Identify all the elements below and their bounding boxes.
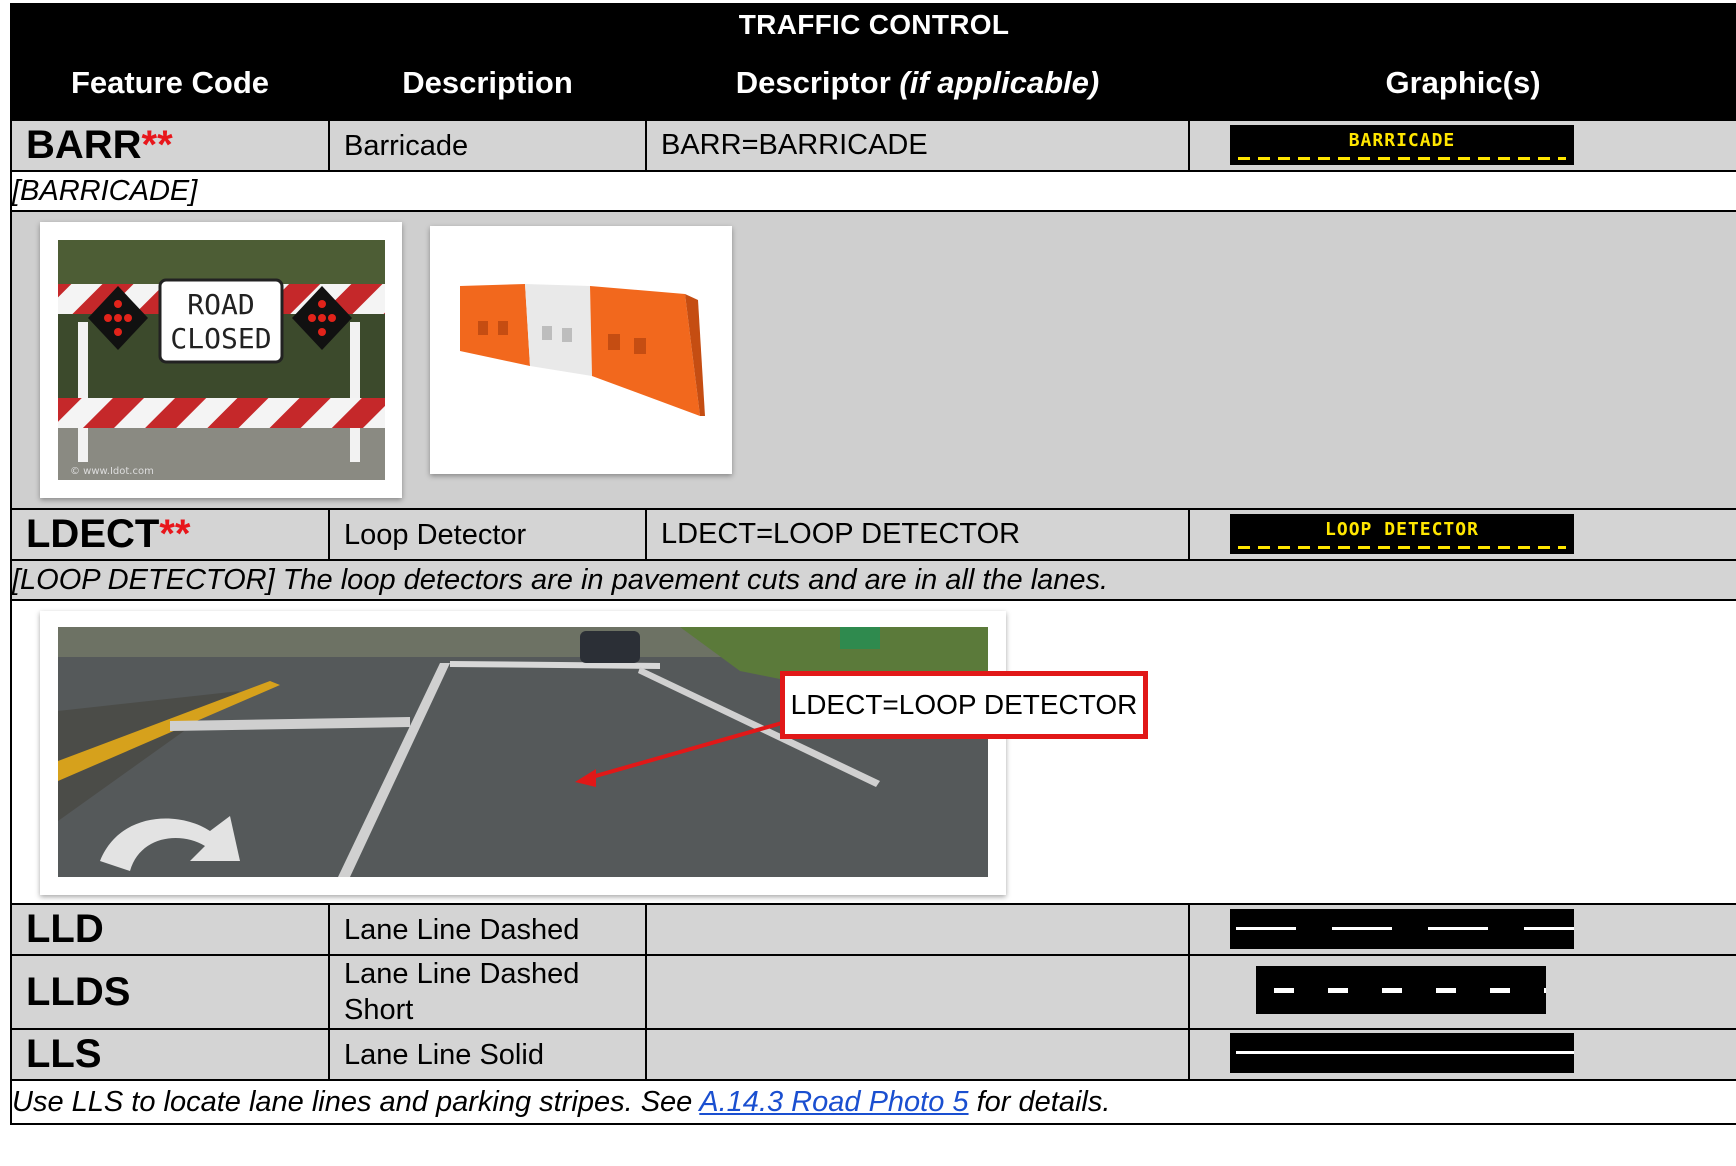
required-marker: ** — [159, 512, 191, 556]
descriptor-llds — [645, 954, 1190, 1030]
callout-arrow — [575, 713, 811, 787]
lane-line-solid-symbol — [1230, 1033, 1574, 1073]
feature-code-llds: LLDS — [10, 954, 330, 1030]
intersection-photo: LDECT=LOOP DETECTOR — [40, 611, 1148, 895]
note-barr: [BARRICADE] — [9, 170, 1736, 212]
road-photo-link[interactable]: A.14.3 Road Photo 5 — [699, 1086, 968, 1118]
loop-detector-symbol-label: LOOP DETECTOR — [1325, 519, 1479, 540]
descriptor-lld — [645, 903, 1190, 956]
loop-detector-symbol: LOOP DETECTOR — [1230, 514, 1574, 554]
graphic-llds — [1187, 954, 1736, 1030]
note-lls-suffix: for details. — [968, 1085, 1111, 1118]
barricade-symbol: BARRICADE — [1230, 125, 1574, 165]
road-closed-image: ROAD CLOSED © www.Idot.com — [58, 240, 385, 480]
table-row-llds: LLDS Lane Line Dashed Short — [10, 954, 1736, 1030]
header-descriptor-label: Descriptor — [735, 65, 891, 100]
header-graphics: Graphic(s) — [1187, 45, 1736, 121]
code-text: BARR — [26, 123, 142, 167]
loop-detector-callout: LDECT=LOOP DETECTOR — [780, 671, 1148, 739]
road-closed-photo: ROAD CLOSED © www.Idot.com — [40, 222, 402, 498]
feature-code-barr: BARR** — [10, 119, 330, 172]
sign-line-1: ROAD — [187, 288, 254, 321]
header-description: Description — [328, 45, 647, 121]
photo-watermark: © www.Idot.com — [70, 466, 154, 477]
barrier-photo — [430, 226, 732, 474]
graphic-ldect: LOOP DETECTOR — [1187, 508, 1736, 561]
note-row-barr: [BARRICADE] — [9, 170, 1736, 212]
note-ldect: [LOOP DETECTOR] The loop detectors are i… — [9, 559, 1736, 601]
feature-code-lls: LLS — [10, 1028, 330, 1081]
table-row-ldect: LDECT** Loop Detector LDECT=LOOP DETECTO… — [10, 508, 1736, 561]
descriptor-lls — [645, 1028, 1190, 1081]
water-barrier-image — [430, 226, 732, 474]
photo-row-ldect: LDECT=LOOP DETECTOR — [9, 599, 1736, 905]
graphic-barr: BARRICADE — [1187, 119, 1736, 172]
table-row-lld: LLD Lane Line Dashed — [10, 903, 1736, 956]
solid-line-graphic — [1236, 1051, 1574, 1054]
note-lls: Use LLS to locate lane lines and parking… — [9, 1079, 1736, 1125]
note-row-lls: Use LLS to locate lane lines and parking… — [9, 1079, 1736, 1125]
note-lls-prefix: Use LLS to locate lane lines and parking… — [12, 1085, 700, 1118]
description-ldect: Loop Detector — [328, 508, 647, 561]
photo-cell-ldect: LDECT=LOOP DETECTOR — [9, 599, 1736, 905]
short-dashed-line-graphic — [1274, 988, 1546, 993]
graphic-lls — [1187, 1028, 1736, 1081]
barricade-symbol-line — [1238, 157, 1566, 160]
description-llds: Lane Line Dashed Short — [328, 954, 647, 1030]
header-descriptor: Descriptor (if applicable) — [645, 45, 1190, 121]
note-row-ldect: [LOOP DETECTOR] The loop detectors are i… — [9, 559, 1736, 601]
photo-row-barr: ROAD CLOSED © www.Idot.com — [9, 210, 1736, 510]
dashed-line-graphic — [1236, 927, 1574, 930]
table-row-barr: BARR** Barricade BARR=BARRICADE BARRICAD… — [10, 119, 1736, 172]
lane-line-dashed-short-symbol — [1256, 966, 1546, 1014]
graphic-lld — [1187, 903, 1736, 956]
traffic-control-table: TRAFFIC CONTROL Feature Code Description… — [9, 3, 1736, 1125]
feature-code-ldect: LDECT** — [10, 508, 330, 561]
header-feature-code: Feature Code — [10, 45, 330, 121]
loop-detector-symbol-line — [1238, 546, 1566, 549]
table-row-lls: LLS Lane Line Solid — [10, 1028, 1736, 1081]
barricade-symbol-label: BARRICADE — [1348, 130, 1456, 151]
required-marker: ** — [141, 123, 173, 167]
code-text: LDECT — [26, 512, 160, 556]
photo-cell-barr: ROAD CLOSED © www.Idot.com — [9, 210, 1736, 510]
table-title: TRAFFIC CONTROL — [9, 3, 1736, 47]
feature-code-lld: LLD — [10, 903, 330, 956]
description-barr: Barricade — [328, 119, 647, 172]
header-descriptor-suffix: (if applicable) — [899, 65, 1100, 100]
lane-line-dashed-symbol — [1230, 909, 1574, 949]
sign-line-2: CLOSED — [170, 322, 271, 355]
descriptor-barr: BARR=BARRICADE — [645, 119, 1190, 172]
description-lld: Lane Line Dashed — [328, 903, 647, 956]
descriptor-ldect: LDECT=LOOP DETECTOR — [645, 508, 1190, 561]
description-lls: Lane Line Solid — [328, 1028, 647, 1081]
